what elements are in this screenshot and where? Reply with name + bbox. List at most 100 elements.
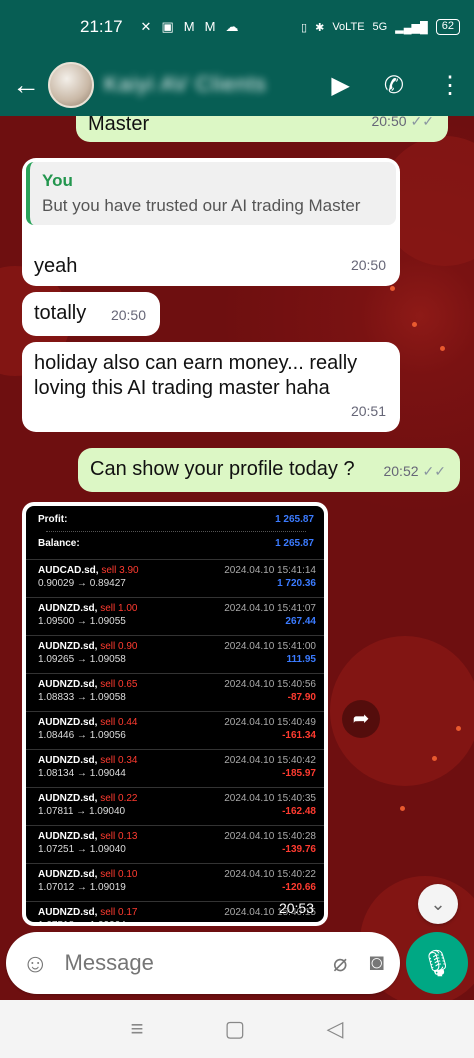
time-text: 20:50 — [371, 116, 407, 129]
trade-prices: 1.08134 → 1.09044 — [38, 768, 126, 779]
contact-name[interactable]: Kaiyi AV Clients — [104, 73, 267, 97]
trade-right: 2024.04.10 15:40:42 -185.97 — [224, 755, 316, 787]
message-bubble-outgoing[interactable]: Master 20:50 ✓✓ — [76, 116, 448, 142]
volte-label: VoLTE — [332, 21, 365, 33]
trade-symbol: AUDNZD.sd, — [38, 679, 98, 690]
trade-left: AUDNZD.sd, sell 0.13 1.07251 → 1.09040 — [38, 831, 137, 863]
trade-symbol: AUDNZD.sd, — [38, 793, 98, 804]
trade-profit: -87.90 — [287, 692, 316, 703]
profit-row: Profit: 1 265.87 — [38, 510, 314, 529]
video-call-icon[interactable]: ▶ — [331, 71, 349, 100]
trade-profit: -139.76 — [282, 844, 316, 855]
trade-time: 2024.04.10 15:40:56 — [224, 679, 316, 690]
phone-icon[interactable]: ✆ — [384, 71, 404, 100]
trade-right: 2024.04.10 15:40:56 -87.90 — [224, 679, 316, 711]
top-bar: 21:17 ✕ ▣ M M ☁ ▯ ✱ VoLTE 5G ▂▄▆█ 62 ← K… — [0, 0, 474, 116]
trade-prices: 1.09500 → 1.09055 — [38, 616, 126, 627]
image-message[interactable]: Profit: 1 265.87 Balance: 1 265.87 AUDCA… — [22, 502, 328, 926]
trade-side: sell 0.34 — [100, 755, 138, 766]
trade-prices: 0.90029 → 0.89427 — [38, 578, 126, 589]
trade-profit: -185.97 — [282, 768, 316, 779]
trade-row: AUDNZD.sd, sell 0.65 1.08833 → 1.09058 202… — [26, 673, 324, 711]
trade-side: sell 1.00 — [100, 603, 138, 614]
trade-prices: 1.07012 → 1.09019 — [38, 882, 126, 893]
trading-history-screenshot[interactable]: Profit: 1 265.87 Balance: 1 265.87 AUDCA… — [26, 506, 324, 922]
trade-symbol: AUDNZD.sd, — [38, 717, 98, 728]
wallpaper-star — [432, 756, 437, 761]
trade-time: 2024.04.10 15:41:14 — [224, 565, 316, 576]
balance-label: Balance: — [38, 538, 80, 549]
wallpaper-star — [412, 322, 417, 327]
trade-profit: -161.34 — [282, 730, 316, 741]
wallpaper-star — [440, 346, 445, 351]
message-input[interactable] — [64, 950, 265, 976]
message-bubble-incoming[interactable]: holiday also can earn money... really lo… — [22, 342, 400, 432]
trade-left: AUDNZD.sd, sell 0.44 1.08446 → 1.09056 — [38, 717, 137, 749]
scroll-down-icon[interactable]: ⌄ — [418, 884, 458, 924]
chat-header: ← Kaiyi AV Clients ▶ ✆ ⋮ — [0, 54, 474, 116]
trade-prices: 1.08833 → 1.09058 — [38, 692, 126, 703]
trade-symbol: AUDNZD.sd, — [38, 641, 98, 652]
gmail-icon: M — [183, 19, 195, 34]
quote-author: You — [42, 171, 73, 190]
message-time: 20:51 — [350, 403, 386, 419]
trade-profit: -120.66 — [282, 882, 316, 893]
attach-icon[interactable]: ⌀ — [333, 949, 347, 978]
trade-time: 2024.04.10 15:40:42 — [224, 755, 316, 766]
message-bubble-outgoing[interactable]: Can show your profile today ? 20:52 ✓✓ — [78, 448, 460, 492]
trade-symbol: AUDNZD.sd, — [38, 831, 98, 842]
trade-prices: 1.07518 → 1.09004 — [38, 920, 137, 922]
microphone-icon[interactable]: 🎙 — [406, 932, 468, 994]
trade-right: 2024.04.10 15:41:00 111.95 — [224, 641, 316, 673]
trade-time: 2024.04.10 15:40:49 — [224, 717, 316, 728]
balance-value: 1 265.87 — [275, 538, 314, 549]
avatar[interactable] — [48, 62, 94, 108]
trade-row: AUDNZD.sd, sell 0.22 1.07811 → 1.09040 202… — [26, 787, 324, 825]
message-bubble-incoming[interactable]: You But you have trusted our AI trading … — [22, 158, 400, 286]
trade-symbol: AUDNZD.sd, — [38, 869, 98, 880]
read-receipt-icon: ✓✓ — [410, 116, 434, 129]
emoji-icon[interactable]: ☺ — [22, 948, 49, 979]
trade-profit: 1 720.36 — [277, 578, 316, 589]
trade-right: 2024.04.10 15:40:35 -162.48 — [224, 793, 316, 825]
more-options-icon[interactable]: ⋮ — [438, 71, 462, 100]
trade-prices: 1.07811 → 1.09040 — [38, 806, 126, 817]
nav-back-icon[interactable]: ◁ — [326, 1016, 343, 1042]
trade-time: 2024.04.10 15:40:22 — [224, 869, 316, 880]
trade-right: 2024.04.10 15:41:07 267.44 — [224, 603, 316, 635]
trade-right: 2024.04.10 15:41:14 1 720.36 — [224, 565, 316, 597]
message-bubble-incoming[interactable]: totally 20:50 — [22, 292, 160, 336]
forward-icon[interactable]: ➦ — [342, 700, 380, 738]
trade-row: AUDNZD.sd, sell 0.13 1.07251 → 1.09040 202… — [26, 825, 324, 863]
recent-apps-icon[interactable]: ≡ — [131, 1016, 144, 1042]
message-time: 20:50 — [110, 307, 146, 323]
trade-prices: 1.09265 → 1.09058 — [38, 654, 126, 665]
trade-row: AUDNZD.sd, sell 1.00 1.09500 → 1.09055 202… — [26, 597, 324, 635]
trade-side: sell 0.22 — [100, 793, 138, 804]
message-time: 20:50 — [350, 257, 386, 273]
trade-symbol: AUDNZD.sd, — [38, 755, 98, 766]
chat-area[interactable]: Master 20:50 ✓✓ You But you have trusted … — [0, 116, 474, 1000]
trade-left: AUDNZD.sd, sell 0.10 1.07012 → 1.09019 — [38, 869, 137, 901]
trade-left: AUDNZD.sd, sell 0.34 1.08134 → 1.09044 — [38, 755, 137, 787]
profit-label: Profit: — [38, 514, 68, 525]
trade-left: AUDNZD.sd, sell 0.90 1.09265 → 1.09058 — [38, 641, 137, 673]
message-text: Can show your profile today ? — [90, 458, 355, 480]
message-text: yeah — [34, 255, 78, 277]
camera-icon[interactable]: ◙ — [370, 949, 385, 977]
home-icon[interactable]: ▢ — [225, 1016, 246, 1042]
trade-profit: 267.44 — [285, 616, 316, 627]
notification-icons: ✕ ▣ M M ☁ — [141, 19, 239, 35]
trade-right: 2024.04.10 15:40:22 -120.66 — [224, 869, 316, 901]
quoted-message[interactable]: You But you have trusted our AI trading … — [26, 162, 396, 225]
back-arrow-icon[interactable]: ← — [12, 69, 40, 101]
status-time: 21:17 — [80, 17, 123, 36]
wallpaper-star — [400, 806, 405, 811]
message-text: holiday also can earn money... really lo… — [34, 352, 358, 399]
status-bar: 21:17 ✕ ▣ M M ☁ ▯ ✱ VoLTE 5G ▂▄▆█ 62 — [0, 0, 474, 54]
sim-icon: ▣ — [161, 19, 174, 34]
time-text: 20:52 — [383, 463, 419, 479]
trade-side: sell 0.44 — [100, 717, 138, 728]
trade-row: AUDCAD.sd, sell 3.90 0.90029 → 0.89427 202… — [26, 559, 324, 597]
trade-prices: 1.07251 → 1.09040 — [38, 844, 126, 855]
